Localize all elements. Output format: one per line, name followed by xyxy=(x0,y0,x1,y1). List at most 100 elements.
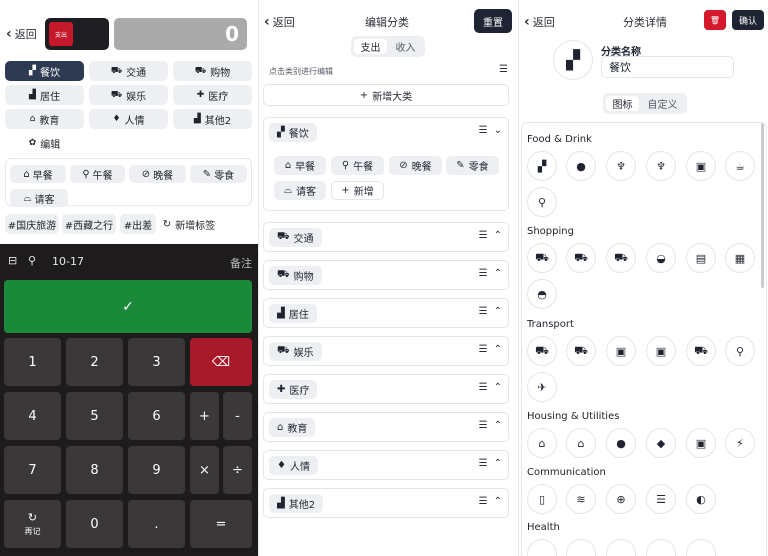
category-medical[interactable]: ✚ 医疗 xyxy=(173,85,252,105)
fastfood-icon[interactable]: ▞ xyxy=(527,151,557,181)
category-chip[interactable]: ♦ 人情 xyxy=(269,456,318,475)
category-name-input[interactable] xyxy=(601,56,734,78)
category-chip[interactable]: ✚ 医疗 xyxy=(269,380,318,399)
sub-treat[interactable]: ⌓ 请客 xyxy=(10,189,68,207)
note-field[interactable]: 备注 xyxy=(230,255,252,271)
key-dot[interactable]: . xyxy=(128,500,185,548)
health-icon[interactable] xyxy=(646,539,676,556)
location-icon[interactable]: ⚲ xyxy=(28,254,36,267)
bag-icon[interactable]: ◓ xyxy=(527,279,557,309)
cart-outline-icon[interactable]: ⛟ xyxy=(566,243,596,273)
train-icon[interactable]: ▣ xyxy=(606,336,636,366)
basket-icon[interactable]: ◒ xyxy=(646,243,676,273)
drag-handle-icon[interactable]: ☰ xyxy=(479,268,488,279)
add-subcategory-button[interactable]: + 新增 xyxy=(331,181,384,200)
category-transport[interactable]: ⛟ 交通 xyxy=(89,61,168,81)
key-0[interactable]: 0 xyxy=(66,500,123,548)
health-icon[interactable] xyxy=(606,539,636,556)
bicycle-icon[interactable]: ⚲ xyxy=(725,336,755,366)
drag-handle-icon[interactable]: ☰ xyxy=(479,382,488,393)
sub-dinner[interactable]: ⊘ 晚餐 xyxy=(389,156,442,175)
chevron-up-icon[interactable]: ⌃ xyxy=(494,496,502,507)
key-9[interactable]: 9 xyxy=(128,446,185,494)
category-shopping[interactable]: ⛟ 购物 xyxy=(173,61,252,81)
key-divide[interactable]: ÷ xyxy=(223,446,252,494)
record-again-key[interactable]: ↻ 再记 xyxy=(4,500,61,548)
drag-handle-icon[interactable]: ☰ xyxy=(479,125,488,136)
category-social[interactable]: ♦ 人情 xyxy=(89,109,168,129)
lightning-icon[interactable]: ⚡ xyxy=(725,428,755,458)
key-2[interactable]: 2 xyxy=(66,338,123,386)
key-4[interactable]: 4 xyxy=(4,392,61,440)
water-drop-icon[interactable]: ◆ xyxy=(646,428,676,458)
cart-icon[interactable]: ⛟ xyxy=(527,243,557,273)
drag-handle-icon[interactable]: ☰ xyxy=(479,230,488,241)
backspace-key[interactable]: ⌫ xyxy=(190,338,252,386)
back-button[interactable]: ‹ 返回 xyxy=(6,26,37,42)
calendar-icon[interactable]: ⊟ xyxy=(8,254,17,267)
scrollbar[interactable] xyxy=(761,123,764,288)
category-chip[interactable]: ⌂ 教育 xyxy=(269,418,316,437)
key-6[interactable]: 6 xyxy=(128,392,185,440)
sub-breakfast[interactable]: ⌂ 早餐 xyxy=(10,165,66,183)
sub-lunch[interactable]: ⚲ 午餐 xyxy=(331,156,384,175)
taxi-icon[interactable]: ⛟ xyxy=(686,336,716,366)
tab-custom[interactable]: 自定义 xyxy=(641,96,684,111)
bus-icon[interactable]: ⛟ xyxy=(566,336,596,366)
key-1[interactable]: 1 xyxy=(4,338,61,386)
chevron-up-icon[interactable]: ⌃ xyxy=(494,382,502,393)
chevron-up-icon[interactable]: ⌃ xyxy=(494,458,502,469)
confirm-button[interactable]: 确认 xyxy=(732,10,764,30)
airplane-icon[interactable]: ✈ xyxy=(527,372,557,402)
key-7[interactable]: 7 xyxy=(4,446,61,494)
category-dining[interactable]: ▞ 餐饮 xyxy=(5,61,84,81)
drag-handle-icon[interactable]: ☰ xyxy=(479,496,488,507)
sub-dinner[interactable]: ⊘ 晚餐 xyxy=(129,165,186,183)
delete-button[interactable]: 🗑 xyxy=(704,10,726,30)
coffee-icon[interactable]: ☕ xyxy=(725,151,755,181)
sub-snacks[interactable]: ✎ 零食 xyxy=(446,156,499,175)
chevron-up-icon[interactable]: ⌃ xyxy=(494,420,502,431)
home-icon[interactable]: ⌂ xyxy=(527,428,557,458)
category-chip[interactable]: ⛟ 购物 xyxy=(269,266,322,285)
confirm-button[interactable]: ✓ xyxy=(4,280,252,333)
tag-tibet-trip[interactable]: #西藏之行 xyxy=(62,214,116,234)
tab-expense[interactable]: 支出 xyxy=(354,39,387,54)
bulb-icon[interactable]: ● xyxy=(606,428,636,458)
category-housing[interactable]: ▟ 居住 xyxy=(5,85,84,105)
tab-income[interactable]: 收入 xyxy=(389,39,422,54)
glass-icon[interactable]: ▣ xyxy=(686,151,716,181)
gas-pump-icon[interactable]: ▣ xyxy=(686,428,716,458)
tag-national-day-trip[interactable]: #国庆旅游 xyxy=(5,214,59,234)
server-icon[interactable]: ☰ xyxy=(646,484,676,514)
sub-snacks[interactable]: ✎ 零食 xyxy=(190,165,247,183)
category-chip[interactable]: ⛟ 娱乐 xyxy=(269,342,322,361)
key-3[interactable]: 3 xyxy=(128,338,185,386)
category-chip[interactable]: ▟ 其他2 xyxy=(269,494,324,513)
chevron-up-icon[interactable]: ⌃ xyxy=(494,306,502,317)
key-multiply[interactable]: × xyxy=(190,446,219,494)
store-icon[interactable]: ▤ xyxy=(686,243,716,273)
reset-button[interactable]: 重置 xyxy=(474,9,512,33)
category-entertainment[interactable]: ⛟ 娱乐 xyxy=(89,85,168,105)
tab-icon[interactable]: 图标 xyxy=(606,96,639,111)
chevron-up-icon[interactable]: ⌃ xyxy=(494,344,502,355)
shop-icon[interactable]: ▦ xyxy=(725,243,755,273)
menu-icon[interactable]: ☰ xyxy=(499,64,508,75)
category-chip[interactable]: ▟ 居住 xyxy=(269,304,317,323)
globe-icon[interactable]: ⊕ xyxy=(606,484,636,514)
add-tag-button[interactable]: ↻ 新增标签 xyxy=(158,214,220,234)
back-button[interactable]: ‹ 返回 xyxy=(264,14,295,30)
house-outline-icon[interactable]: ⌂ xyxy=(566,428,596,458)
key-plus[interactable]: + xyxy=(190,392,219,440)
add-major-category-button[interactable]: + 新增大类 xyxy=(263,84,509,106)
car-icon[interactable]: ⛟ xyxy=(527,336,557,366)
key-5[interactable]: 5 xyxy=(66,392,123,440)
tag-business-trip[interactable]: #出差 xyxy=(120,214,156,234)
drag-handle-icon[interactable]: ☰ xyxy=(479,306,488,317)
category-chip[interactable]: ⛟ 交通 xyxy=(269,228,322,247)
back-button[interactable]: ‹ 返回 xyxy=(524,14,555,30)
apple-icon[interactable]: ● xyxy=(566,151,596,181)
health-icon[interactable] xyxy=(686,539,716,556)
key-equals[interactable]: = xyxy=(190,500,252,548)
